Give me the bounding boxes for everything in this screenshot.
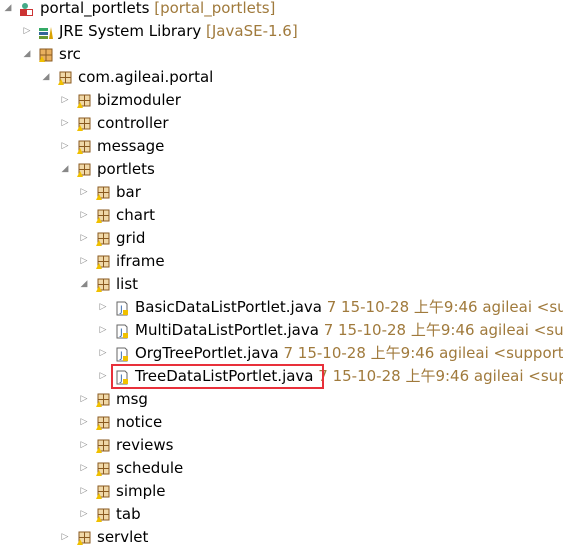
tree-item-label: notice <box>116 413 163 431</box>
tree-item-label: com.agileai.portal <box>78 68 214 86</box>
package-icon <box>57 70 72 85</box>
tree-item-label: portal_portlets <box>40 0 150 17</box>
tree-item-label: JRE System Library <box>59 22 202 40</box>
package-icon <box>76 530 91 545</box>
collapsed-arrow-icon[interactable]: ▷ <box>60 135 70 158</box>
package-icon <box>95 277 110 292</box>
tree-item-label: portlets <box>97 160 155 178</box>
collapsed-arrow-icon[interactable]: ▷ <box>60 526 70 549</box>
collapsed-arrow-icon[interactable]: ▷ <box>79 457 89 480</box>
project-icon <box>19 1 34 16</box>
collapsed-arrow-icon[interactable]: ▷ <box>60 112 70 135</box>
package-icon <box>95 185 110 200</box>
collapsed-arrow-icon[interactable]: ▷ <box>98 365 108 388</box>
tree-item-label: schedule <box>116 459 184 477</box>
package-icon <box>95 415 110 430</box>
java-file-icon: J <box>114 300 129 316</box>
package-icon <box>95 231 110 246</box>
package-icon <box>95 254 110 269</box>
svg-text:J: J <box>119 374 123 384</box>
expanded-arrow-icon[interactable]: ◢ <box>60 158 70 181</box>
tree-item-label: OrgTreePortlet.java <box>135 344 279 362</box>
tree-item-label: simple <box>116 482 166 500</box>
tree-item-label: message <box>97 137 165 155</box>
tree-item-label: src <box>59 45 81 63</box>
expanded-arrow-icon[interactable]: ◢ <box>22 43 32 66</box>
package-icon <box>95 484 110 499</box>
package-icon <box>76 116 91 131</box>
collapsed-arrow-icon[interactable]: ▷ <box>60 89 70 112</box>
collapsed-arrow-icon[interactable]: ▷ <box>79 204 89 227</box>
expanded-arrow-icon[interactable]: ◢ <box>3 0 13 20</box>
package-icon <box>76 162 91 177</box>
tree-item-label: MultiDataListPortlet.java <box>135 321 319 339</box>
tree-item-label: BasicDataListPortlet.java <box>135 298 322 316</box>
collapsed-arrow-icon[interactable]: ▷ <box>98 319 108 342</box>
expanded-arrow-icon[interactable]: ◢ <box>79 273 89 296</box>
tree-item-decoration: [JavaSE-1.6] <box>206 22 298 40</box>
collapsed-arrow-icon[interactable]: ▷ <box>79 434 89 457</box>
tree-item-label: list <box>116 275 139 293</box>
package-icon <box>76 139 91 154</box>
svg-text:J: J <box>119 328 123 338</box>
tree-item-decoration: 7 15-10-28 上午9:46 agileai <supp <box>326 298 563 316</box>
tree-item-label: tab <box>116 505 141 523</box>
collapsed-arrow-icon[interactable]: ▷ <box>79 503 89 526</box>
package-icon <box>95 438 110 453</box>
tree-item-decoration: 7 15-10-28 上午9:46 agileai <support( <box>283 344 563 362</box>
collapsed-arrow-icon[interactable]: ▷ <box>98 342 108 365</box>
package-icon <box>76 93 91 108</box>
tree-item-label: grid <box>116 229 146 247</box>
collapsed-arrow-icon[interactable]: ▷ <box>79 411 89 434</box>
expanded-arrow-icon[interactable]: ◢ <box>41 66 51 89</box>
source-folder-icon <box>38 47 53 62</box>
java-file-icon: J <box>114 323 129 339</box>
tree-item-label: reviews <box>116 436 174 454</box>
tree-item-label: chart <box>116 206 155 224</box>
tree-item-label: iframe <box>116 252 165 270</box>
collapsed-arrow-icon[interactable]: ▷ <box>79 227 89 250</box>
tree-item-label: controller <box>97 114 169 132</box>
tree-item-label: bar <box>116 183 141 201</box>
tree-item-label: msg <box>116 390 148 408</box>
tree-item-label: bizmoduler <box>97 91 181 109</box>
package-icon <box>95 208 110 223</box>
java-file-icon: J <box>114 346 129 362</box>
tree-item-decoration: 7 15-10-28 上午9:46 agileai <supp <box>318 367 563 385</box>
collapsed-arrow-icon[interactable]: ▷ <box>79 250 89 273</box>
package-explorer-tree: ◢ portal_portlets [portal_portlets] ▷ JRE S… <box>0 0 563 552</box>
svg-text:J: J <box>119 305 123 315</box>
package-icon <box>95 461 110 476</box>
collapsed-arrow-icon[interactable]: ▷ <box>98 296 108 319</box>
library-icon <box>38 24 53 39</box>
collapsed-arrow-icon[interactable]: ▷ <box>79 181 89 204</box>
tree-item-label: servlet <box>97 528 149 546</box>
svg-text:J: J <box>119 351 123 361</box>
java-file-icon: J <box>114 369 129 385</box>
tree-item-decoration: 7 15-10-28 上午9:46 agileai <sup <box>323 321 563 339</box>
package-icon <box>95 507 110 522</box>
tree-item-decoration: [portal_portlets] <box>154 0 276 17</box>
collapsed-arrow-icon[interactable]: ▷ <box>79 388 89 411</box>
package-icon <box>95 392 110 407</box>
collapsed-arrow-icon[interactable]: ▷ <box>22 20 32 43</box>
tree-item-label: TreeDataListPortlet.java <box>135 367 314 385</box>
collapsed-arrow-icon[interactable]: ▷ <box>79 480 89 503</box>
